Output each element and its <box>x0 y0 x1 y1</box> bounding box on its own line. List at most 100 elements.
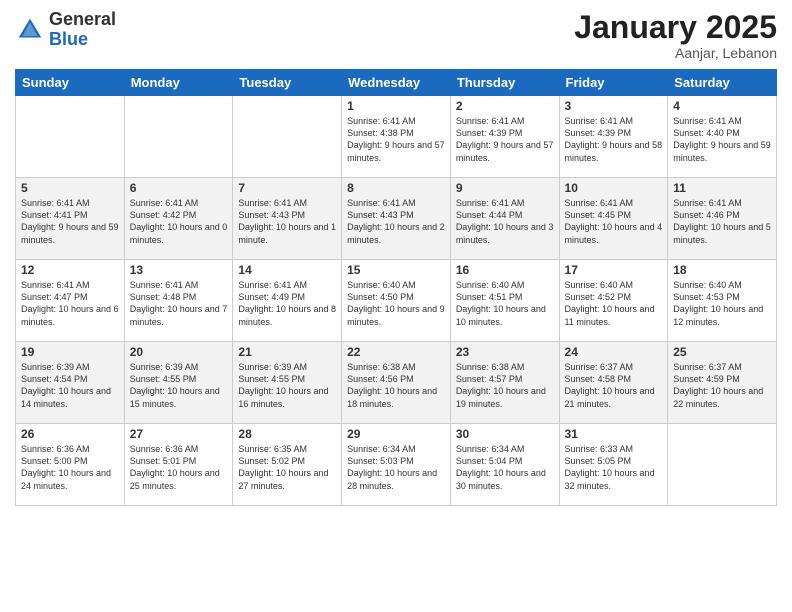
day-number: 25 <box>673 345 771 359</box>
weekday-header-row: SundayMondayTuesdayWednesdayThursdayFrid… <box>16 70 777 96</box>
month-year: January 2025 <box>574 10 777 45</box>
day-content: Sunrise: 6:41 AM Sunset: 4:48 PM Dayligh… <box>130 279 228 328</box>
day-number: 28 <box>238 427 336 441</box>
calendar-cell: 20 Sunrise: 6:39 AM Sunset: 4:55 PM Dayli… <box>124 342 233 424</box>
day-content: Sunrise: 6:41 AM Sunset: 4:40 PM Dayligh… <box>673 115 771 164</box>
week-row-3: 12 Sunrise: 6:41 AM Sunset: 4:47 PM Dayli… <box>16 260 777 342</box>
day-number: 22 <box>347 345 445 359</box>
day-number: 5 <box>21 181 119 195</box>
day-content: Sunrise: 6:41 AM Sunset: 4:47 PM Dayligh… <box>21 279 119 328</box>
day-content: Sunrise: 6:38 AM Sunset: 4:56 PM Dayligh… <box>347 361 445 410</box>
calendar-cell: 2 Sunrise: 6:41 AM Sunset: 4:39 PM Daylig… <box>450 96 559 178</box>
day-number: 23 <box>456 345 554 359</box>
week-row-5: 26Sunrise: 6:36 AM Sunset: 5:00 PM Dayli… <box>16 424 777 506</box>
day-number: 27 <box>130 427 228 441</box>
weekday-header-wednesday: Wednesday <box>342 70 451 96</box>
calendar-cell: 6Sunrise: 6:41 AM Sunset: 4:42 PM Daylig… <box>124 178 233 260</box>
logo: General Blue <box>15 10 116 50</box>
day-content: Sunrise: 6:41 AM Sunset: 4:43 PM Dayligh… <box>238 197 336 246</box>
logo-blue: Blue <box>49 30 116 50</box>
calendar-cell: 26Sunrise: 6:36 AM Sunset: 5:00 PM Dayli… <box>16 424 125 506</box>
day-number: 26 <box>21 427 119 441</box>
logo-text: General Blue <box>49 10 116 50</box>
calendar-cell: 8 Sunrise: 6:41 AM Sunset: 4:43 PM Daylig… <box>342 178 451 260</box>
calendar-cell: 28 Sunrise: 6:35 AM Sunset: 5:02 PM Dayli… <box>233 424 342 506</box>
calendar-cell: 16 Sunrise: 6:40 AM Sunset: 4:51 PM Dayli… <box>450 260 559 342</box>
day-content: Sunrise: 6:38 AM Sunset: 4:57 PM Dayligh… <box>456 361 554 410</box>
day-number: 13 <box>130 263 228 277</box>
day-content: Sunrise: 6:40 AM Sunset: 4:51 PM Dayligh… <box>456 279 554 328</box>
day-number: 21 <box>238 345 336 359</box>
week-row-4: 19Sunrise: 6:39 AM Sunset: 4:54 PM Dayli… <box>16 342 777 424</box>
calendar-cell: 23 Sunrise: 6:38 AM Sunset: 4:57 PM Dayli… <box>450 342 559 424</box>
day-number: 18 <box>673 263 771 277</box>
calendar-table: SundayMondayTuesdayWednesdayThursdayFrid… <box>15 69 777 506</box>
calendar-cell: 25 Sunrise: 6:37 AM Sunset: 4:59 PM Dayli… <box>668 342 777 424</box>
calendar-cell <box>668 424 777 506</box>
calendar-cell: 7 Sunrise: 6:41 AM Sunset: 4:43 PM Daylig… <box>233 178 342 260</box>
day-number: 11 <box>673 181 771 195</box>
day-number: 4 <box>673 99 771 113</box>
day-content: Sunrise: 6:34 AM Sunset: 5:03 PM Dayligh… <box>347 443 445 492</box>
day-number: 15 <box>347 263 445 277</box>
day-content: Sunrise: 6:41 AM Sunset: 4:38 PM Dayligh… <box>347 115 445 164</box>
day-content: Sunrise: 6:41 AM Sunset: 4:44 PM Dayligh… <box>456 197 554 246</box>
calendar-cell: 3Sunrise: 6:41 AM Sunset: 4:39 PM Daylig… <box>559 96 668 178</box>
weekday-header-friday: Friday <box>559 70 668 96</box>
day-number: 8 <box>347 181 445 195</box>
header: General Blue January 2025 Aanjar, Lebano… <box>15 10 777 61</box>
calendar-cell: 30 Sunrise: 6:34 AM Sunset: 5:04 PM Dayli… <box>450 424 559 506</box>
calendar-cell: 19Sunrise: 6:39 AM Sunset: 4:54 PM Dayli… <box>16 342 125 424</box>
title-area: January 2025 Aanjar, Lebanon <box>574 10 777 61</box>
calendar-cell: 31 Sunrise: 6:33 AM Sunset: 5:05 PM Dayli… <box>559 424 668 506</box>
calendar-cell: 11 Sunrise: 6:41 AM Sunset: 4:46 PM Dayli… <box>668 178 777 260</box>
calendar-cell <box>16 96 125 178</box>
day-content: Sunrise: 6:37 AM Sunset: 4:59 PM Dayligh… <box>673 361 771 410</box>
day-number: 9 <box>456 181 554 195</box>
calendar-cell <box>233 96 342 178</box>
day-content: Sunrise: 6:41 AM Sunset: 4:46 PM Dayligh… <box>673 197 771 246</box>
day-content: Sunrise: 6:41 AM Sunset: 4:39 PM Dayligh… <box>456 115 554 164</box>
day-content: Sunrise: 6:40 AM Sunset: 4:53 PM Dayligh… <box>673 279 771 328</box>
day-content: Sunrise: 6:41 AM Sunset: 4:49 PM Dayligh… <box>238 279 336 328</box>
location: Aanjar, Lebanon <box>574 45 777 61</box>
day-number: 1 <box>347 99 445 113</box>
day-content: Sunrise: 6:35 AM Sunset: 5:02 PM Dayligh… <box>238 443 336 492</box>
calendar-cell: 14 Sunrise: 6:41 AM Sunset: 4:49 PM Dayli… <box>233 260 342 342</box>
calendar-cell: 10Sunrise: 6:41 AM Sunset: 4:45 PM Dayli… <box>559 178 668 260</box>
calendar-cell: 27Sunrise: 6:36 AM Sunset: 5:01 PM Dayli… <box>124 424 233 506</box>
day-number: 3 <box>565 99 663 113</box>
day-number: 7 <box>238 181 336 195</box>
week-row-1: 1 Sunrise: 6:41 AM Sunset: 4:38 PM Daylig… <box>16 96 777 178</box>
weekday-header-thursday: Thursday <box>450 70 559 96</box>
day-number: 30 <box>456 427 554 441</box>
calendar-cell: 15 Sunrise: 6:40 AM Sunset: 4:50 PM Dayli… <box>342 260 451 342</box>
calendar-cell: 5 Sunrise: 6:41 AM Sunset: 4:41 PM Daylig… <box>16 178 125 260</box>
day-content: Sunrise: 6:41 AM Sunset: 4:41 PM Dayligh… <box>21 197 119 246</box>
day-number: 19 <box>21 345 119 359</box>
day-number: 6 <box>130 181 228 195</box>
calendar-cell: 21 Sunrise: 6:39 AM Sunset: 4:55 PM Dayli… <box>233 342 342 424</box>
calendar-cell: 9 Sunrise: 6:41 AM Sunset: 4:44 PM Daylig… <box>450 178 559 260</box>
day-content: Sunrise: 6:40 AM Sunset: 4:52 PM Dayligh… <box>565 279 663 328</box>
calendar-cell: 12 Sunrise: 6:41 AM Sunset: 4:47 PM Dayli… <box>16 260 125 342</box>
week-row-2: 5 Sunrise: 6:41 AM Sunset: 4:41 PM Daylig… <box>16 178 777 260</box>
weekday-header-sunday: Sunday <box>16 70 125 96</box>
day-number: 14 <box>238 263 336 277</box>
day-content: Sunrise: 6:40 AM Sunset: 4:50 PM Dayligh… <box>347 279 445 328</box>
day-number: 31 <box>565 427 663 441</box>
calendar-cell: 29Sunrise: 6:34 AM Sunset: 5:03 PM Dayli… <box>342 424 451 506</box>
day-content: Sunrise: 6:39 AM Sunset: 4:55 PM Dayligh… <box>130 361 228 410</box>
day-number: 17 <box>565 263 663 277</box>
day-content: Sunrise: 6:41 AM Sunset: 4:43 PM Dayligh… <box>347 197 445 246</box>
day-content: Sunrise: 6:33 AM Sunset: 5:05 PM Dayligh… <box>565 443 663 492</box>
day-number: 2 <box>456 99 554 113</box>
day-number: 16 <box>456 263 554 277</box>
day-content: Sunrise: 6:39 AM Sunset: 4:55 PM Dayligh… <box>238 361 336 410</box>
weekday-header-saturday: Saturday <box>668 70 777 96</box>
day-number: 12 <box>21 263 119 277</box>
logo-general: General <box>49 10 116 30</box>
day-content: Sunrise: 6:41 AM Sunset: 4:45 PM Dayligh… <box>565 197 663 246</box>
day-number: 20 <box>130 345 228 359</box>
day-content: Sunrise: 6:34 AM Sunset: 5:04 PM Dayligh… <box>456 443 554 492</box>
